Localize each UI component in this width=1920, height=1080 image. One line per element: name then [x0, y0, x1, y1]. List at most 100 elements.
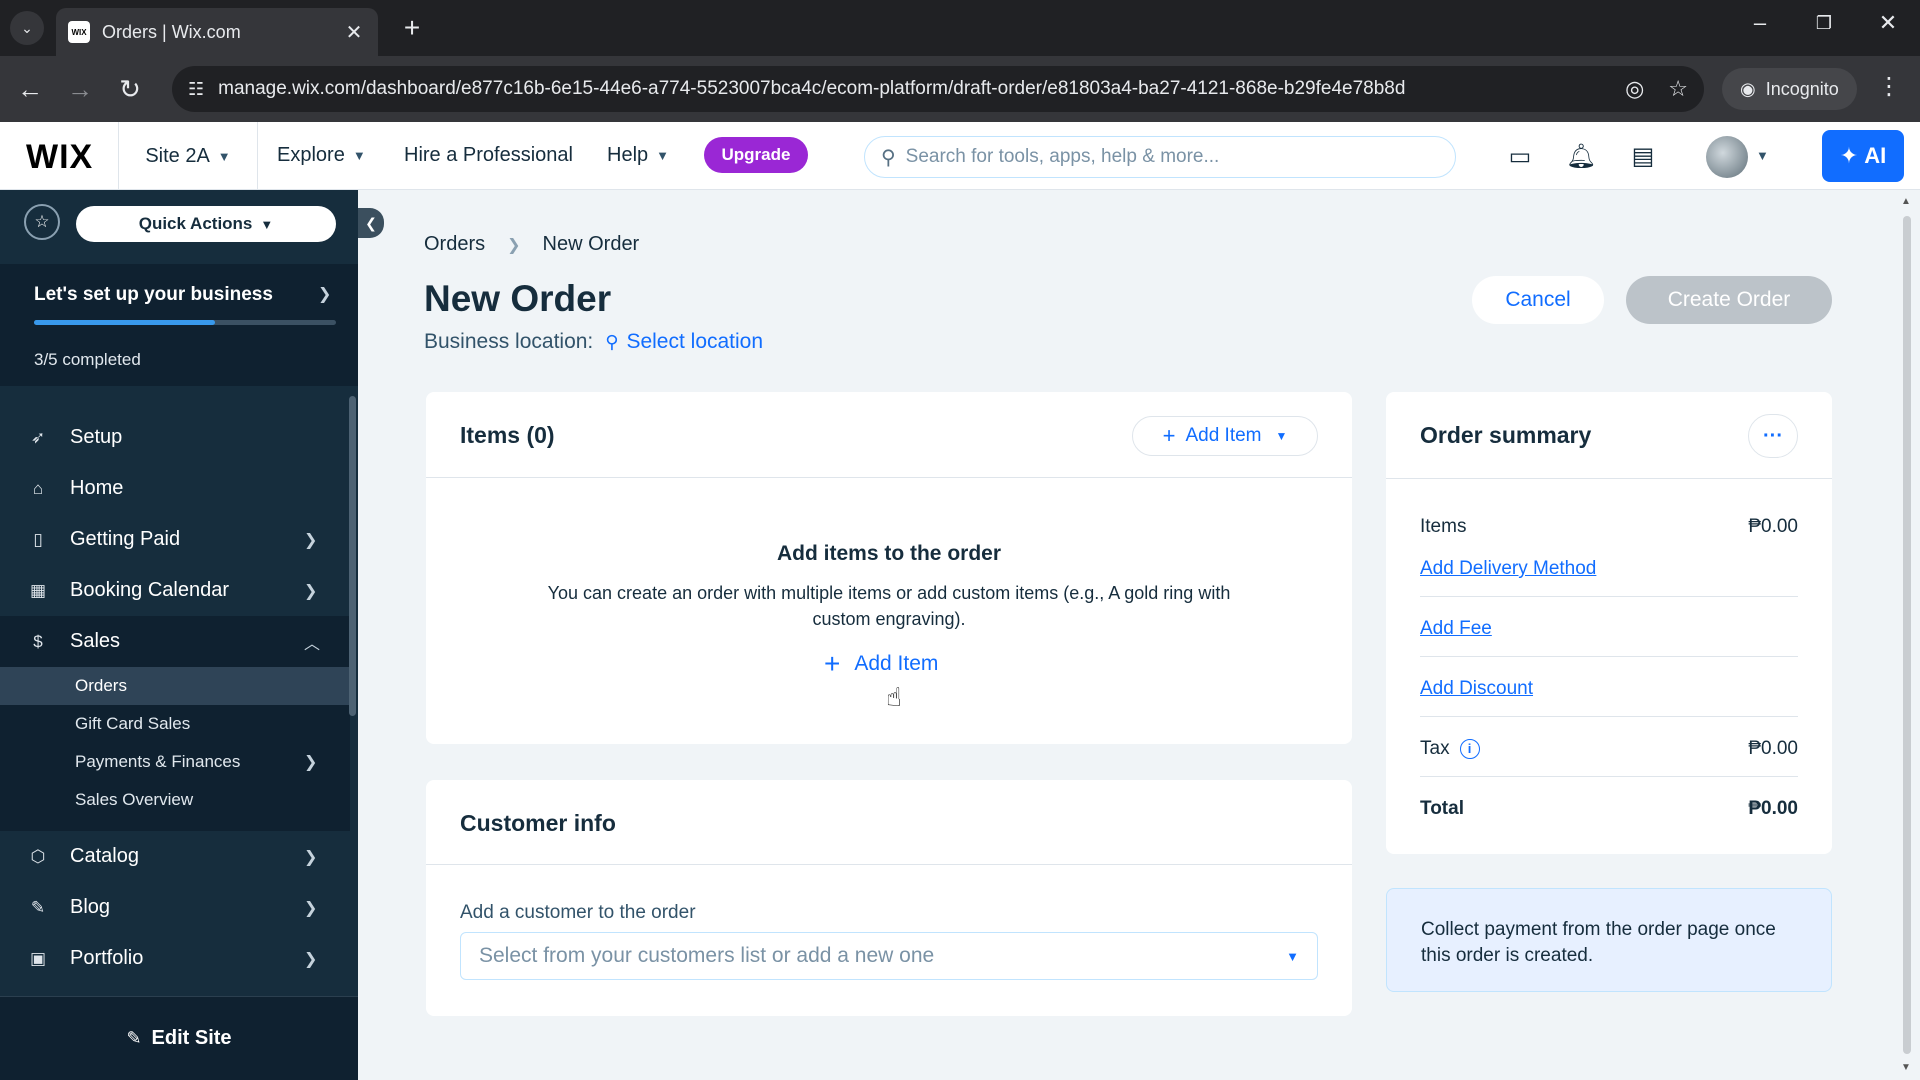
sidebar-item-sales[interactable]: $ Sales ︿: [0, 616, 350, 667]
site-info-icon[interactable]: ☷: [188, 79, 204, 100]
address-bar: ← → ↻ ☷ manage.wix.com/dashboard/e877c16…: [0, 56, 1920, 122]
customer-info-card: Customer info Add a customer to the orde…: [426, 780, 1352, 1016]
sidebar-item-getting-paid[interactable]: ▯ Getting Paid ❯: [0, 514, 350, 565]
cancel-button[interactable]: Cancel: [1472, 276, 1604, 324]
browser-menu-icon[interactable]: ⋮: [1874, 72, 1904, 101]
empty-state-title: Add items to the order: [776, 542, 1002, 565]
customer-select[interactable]: Select from your customers list or add a…: [460, 932, 1318, 980]
add-item-label: Add Item: [1185, 425, 1262, 446]
select-location-link[interactable]: ⚲ Select location: [605, 330, 763, 354]
wix-top-bar: WIX Site 2A ▼ Explore ▼ Hire a Professio…: [0, 122, 1920, 190]
help-menu[interactable]: Help ▼: [607, 144, 669, 167]
sidebar-subitem-gift-card-sales[interactable]: Gift Card Sales: [0, 705, 350, 743]
summary-tax-label-wrap: Tax i: [1420, 738, 1480, 760]
invoice-icon: ▯: [33, 529, 43, 549]
create-order-button[interactable]: Create Order: [1626, 276, 1832, 324]
quick-actions-button[interactable]: Quick Actions ▼: [76, 206, 336, 242]
add-fee-link[interactable]: Add Fee: [1420, 618, 1492, 640]
chevron-down-icon[interactable]: ▼: [1756, 148, 1769, 163]
site-selector[interactable]: Site 2A ▼: [118, 122, 258, 190]
eye-off-icon[interactable]: ◎: [1625, 76, 1644, 102]
sidebar-subitem-orders[interactable]: Orders: [0, 667, 350, 705]
payment-note: Collect payment from the order page once…: [1386, 888, 1832, 992]
select-location-label: Select location: [626, 330, 764, 353]
tag-icon: ⬡: [30, 846, 46, 866]
business-location-label: Business location:: [424, 330, 594, 353]
page-scrollbar[interactable]: ▲ ▼: [1900, 196, 1914, 1080]
sidebar-item-label: Portfolio: [70, 947, 144, 969]
explore-menu[interactable]: Explore ▼: [277, 144, 366, 167]
incognito-icon: ◉: [1740, 78, 1756, 99]
avatar[interactable]: [1706, 136, 1748, 178]
incognito-label: Incognito: [1765, 78, 1839, 99]
sidebar-item-blog[interactable]: ✎ Blog ❯: [0, 882, 350, 933]
info-icon[interactable]: i: [1459, 738, 1480, 759]
window-close-icon[interactable]: ✕: [1868, 10, 1908, 36]
sidebar-item-label: Catalog: [70, 845, 139, 867]
chevron-right-icon: ❯: [304, 531, 318, 549]
sidebar-scrollbar[interactable]: [349, 396, 356, 716]
location-pin-icon: ⚲: [605, 331, 619, 352]
breadcrumb-orders-link[interactable]: Orders: [424, 233, 485, 256]
add-item-dropdown-button[interactable]: + Add Item ▼: [1132, 416, 1318, 456]
customer-field-label: Add a customer to the order: [460, 902, 696, 923]
upgrade-button[interactable]: Upgrade: [704, 137, 808, 173]
back-icon[interactable]: ←: [12, 72, 48, 108]
reload-icon[interactable]: ↻: [112, 72, 148, 108]
divider: [426, 864, 1352, 865]
new-tab-icon[interactable]: +: [396, 12, 428, 44]
scroll-up-icon[interactable]: ▲: [1901, 196, 1911, 207]
sidebar-item-portfolio[interactable]: ▣ Portfolio ❯: [0, 933, 350, 984]
order-summary-card: Order summary ··· Items ₱0.00 Add Delive…: [1386, 392, 1832, 854]
wix-logo[interactable]: WIX: [26, 138, 93, 177]
sidebar-subitem-payments-finances[interactable]: Payments & Finances ❯: [0, 743, 350, 781]
sidebar-item-label: Getting Paid: [70, 528, 181, 550]
search-bar[interactable]: ⚲: [864, 136, 1456, 178]
forward-icon[interactable]: →: [62, 72, 98, 108]
sidebar-item-setup[interactable]: ➶ Setup: [0, 412, 350, 463]
sidebar-item-catalog[interactable]: ⬡ Catalog ❯: [0, 831, 350, 882]
chevron-up-icon: ︿: [304, 635, 321, 653]
incognito-badge[interactable]: ◉ Incognito: [1722, 68, 1857, 110]
setup-progress-panel[interactable]: Let's set up your business ❯ 3/5 complet…: [0, 264, 358, 386]
page-scroll-thumb[interactable]: [1903, 216, 1911, 1054]
notifications-bell-icon[interactable]: 🔔︎: [1565, 142, 1597, 171]
add-delivery-method-link[interactable]: Add Delivery Method: [1420, 558, 1596, 580]
restore-icon[interactable]: ❐: [1804, 13, 1844, 34]
search-icon: ⚲: [881, 146, 896, 169]
add-item-button[interactable]: + Add Item: [824, 648, 938, 680]
sidebar-subitem-label: Payments & Finances: [75, 752, 241, 771]
sidebar-spacer: [0, 819, 350, 831]
sidebar-item-label: Setup: [70, 426, 123, 448]
setup-title: Let's set up your business: [34, 284, 273, 305]
more-actions-icon[interactable]: ···: [1748, 414, 1798, 458]
dollar-icon: $: [33, 631, 43, 651]
sidebar-item-home[interactable]: ⌂ Home: [0, 463, 350, 514]
sidebar-item-booking-calendar[interactable]: ▦ Booking Calendar ❯: [0, 565, 350, 616]
customer-info-title: Customer info: [460, 810, 616, 836]
pencil-icon: ✎: [126, 1028, 142, 1048]
chevron-down-icon: ▼: [1275, 429, 1288, 443]
hire-professional-link[interactable]: Hire a Professional: [404, 144, 573, 167]
divider: [1420, 596, 1798, 597]
scroll-down-icon[interactable]: ▼: [1901, 1062, 1911, 1073]
summary-total-value: ₱0.00: [1748, 798, 1798, 819]
search-input[interactable]: [905, 146, 1439, 168]
pen-icon: ✎: [30, 897, 46, 917]
bookmark-star-icon[interactable]: ☆: [1668, 76, 1688, 102]
tab-search-button[interactable]: ⌄: [10, 11, 44, 45]
browser-tab[interactable]: WIX Orders | Wix.com ✕: [56, 8, 378, 56]
tab-close-icon[interactable]: ✕: [342, 20, 366, 45]
minimize-icon[interactable]: –: [1740, 10, 1780, 36]
messages-icon[interactable]: ▭: [1504, 142, 1536, 171]
omnibox[interactable]: ☷ manage.wix.com/dashboard/e877c16b-6e15…: [172, 66, 1704, 112]
url-text[interactable]: manage.wix.com/dashboard/e877c16b-6e15-4…: [218, 78, 1601, 100]
summary-tax-row: Tax i ₱0.00: [1420, 738, 1798, 760]
collapse-sidebar-button[interactable]: ❮: [358, 208, 384, 238]
edit-site-button[interactable]: ✎ Edit Site: [0, 996, 358, 1080]
star-icon[interactable]: ☆: [24, 204, 60, 240]
sidebar-subitem-sales-overview[interactable]: Sales Overview: [0, 781, 350, 819]
add-discount-link[interactable]: Add Discount: [1420, 678, 1533, 700]
news-feed-icon[interactable]: ▤: [1627, 142, 1659, 171]
ai-assistant-button[interactable]: ✦ AI: [1822, 130, 1904, 182]
